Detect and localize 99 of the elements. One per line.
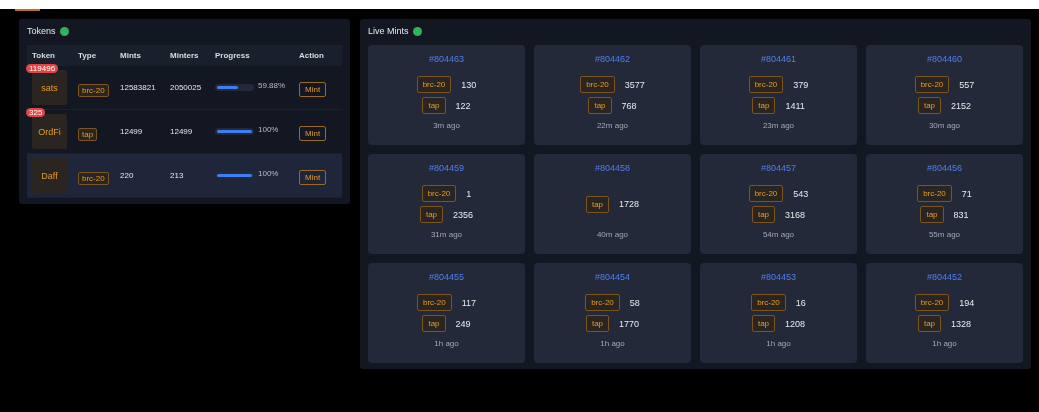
mint-count: 1728 <box>619 199 640 209</box>
table-cell-text: 12583821 <box>120 83 157 92</box>
inscription-link[interactable]: #804452 <box>926 272 962 287</box>
type-tag: tap <box>917 97 942 114</box>
column-header: Progress <box>215 51 251 60</box>
table-cell-text: 12499 <box>120 127 144 136</box>
count-badge: 119496 <box>26 64 59 73</box>
mint-count: 768 <box>621 100 637 111</box>
token-tile: OrdFi <box>32 114 67 149</box>
time-ago: 22m ago <box>596 121 629 130</box>
type-tag: tap <box>585 315 610 332</box>
inscription-link[interactable]: #804454 <box>594 272 630 287</box>
count-badge: 325 <box>26 108 46 117</box>
panel-title: Live Mints <box>368 26 409 36</box>
time-ago: 40m ago <box>596 230 629 239</box>
time-ago: 1h ago <box>932 339 957 348</box>
type-tag: tap <box>920 206 944 223</box>
type-tag: brc-20 <box>78 83 109 97</box>
mint-count: 58 <box>629 297 640 308</box>
inscription-link[interactable]: #804453 <box>760 272 796 287</box>
time-ago: 30m ago <box>928 121 961 130</box>
type-tag: brc-20 <box>585 294 620 311</box>
progress-text: 100% <box>258 169 279 178</box>
column-header: Mints <box>120 51 142 60</box>
type-tag: tap <box>752 97 776 114</box>
panel-title: Tokens <box>27 26 56 36</box>
table-cell-text: 213 <box>170 171 185 180</box>
progress-text: 59.88% <box>258 81 286 90</box>
time-ago: 3m ago <box>433 121 460 130</box>
column-header: Type <box>78 51 98 60</box>
time-ago: 55m ago <box>928 230 961 239</box>
type-tag: brc-20 <box>580 76 615 93</box>
mint-button[interactable]: Mint <box>299 126 327 141</box>
mint-button[interactable]: Mint <box>299 170 327 185</box>
type-tag: brc-20 <box>748 185 784 202</box>
mint-count: 1208 <box>785 318 806 329</box>
tab-indicator <box>15 9 40 11</box>
inscription-link[interactable]: #804457 <box>760 163 796 178</box>
mint-count: 249 <box>455 318 471 329</box>
inscription-link[interactable]: #804460 <box>926 54 962 69</box>
mint-count: 71 <box>961 188 972 199</box>
mint-count: 3577 <box>624 79 645 90</box>
type-tag: tap <box>751 315 776 332</box>
type-tag: tap <box>422 97 446 114</box>
mint-count: 117 <box>461 297 476 308</box>
mint-count: 831 <box>953 209 969 220</box>
inscription-link[interactable]: #804459 <box>428 163 464 178</box>
type-tag: tap <box>588 97 612 114</box>
table-cell-text: 12499 <box>170 127 194 136</box>
type-tag: brc-20 <box>751 294 786 311</box>
mint-count: 1411 <box>785 100 805 111</box>
inscription-link[interactable]: #804462 <box>594 54 630 69</box>
type-tag: tap <box>78 127 98 141</box>
time-ago: 1h ago <box>600 339 625 348</box>
token-tile: Daff <box>32 158 67 193</box>
inscription-link[interactable]: #804456 <box>926 163 962 178</box>
inscription-link[interactable]: #804458 <box>594 163 630 178</box>
mint-count: 1328 <box>951 318 972 329</box>
time-ago: 1h ago <box>766 339 791 348</box>
type-tag: tap <box>917 315 942 332</box>
mint-count: 1770 <box>619 318 640 329</box>
type-tag: brc-20 <box>421 185 457 202</box>
mint-count: 379 <box>793 79 809 90</box>
type-tag: tap <box>751 206 776 223</box>
time-ago: 23m ago <box>762 121 795 130</box>
type-tag: brc-20 <box>416 76 452 93</box>
mint-count: 130 <box>461 79 477 90</box>
mint-count: 194 <box>959 297 975 308</box>
progress-text: 100% <box>258 125 279 134</box>
time-ago: 1h ago <box>434 339 459 348</box>
mint-count: 3168 <box>785 209 806 220</box>
type-tag: brc-20 <box>917 185 952 202</box>
time-ago: 31m ago <box>430 230 463 239</box>
mint-button[interactable]: Mint <box>299 82 327 97</box>
column-header: Action <box>299 51 325 60</box>
mint-count: 2152 <box>951 100 972 111</box>
type-tag: brc-20 <box>914 76 950 93</box>
type-tag: tap <box>422 315 446 332</box>
time-ago: 54m ago <box>762 230 795 239</box>
inscription-link[interactable]: #804461 <box>760 54 796 69</box>
mint-count: 1 <box>466 188 472 199</box>
type-tag: brc-20 <box>78 171 109 185</box>
mint-count: 122 <box>455 100 471 111</box>
type-tag: tap <box>419 206 444 223</box>
mint-count: 16 <box>795 297 806 308</box>
inscription-link[interactable]: #804455 <box>428 272 464 287</box>
table-cell-text: 2050025 <box>170 83 203 92</box>
mint-count: 2356 <box>453 209 474 220</box>
inscription-link[interactable]: #804463 <box>428 54 464 69</box>
column-header: Token <box>32 51 56 60</box>
token-tile: sats <box>32 70 67 105</box>
type-tag: brc-20 <box>416 294 452 311</box>
type-tag: brc-20 <box>914 294 950 311</box>
mint-count: 543 <box>793 188 809 199</box>
table-cell-text: 220 <box>120 171 135 180</box>
type-tag: tap <box>585 195 610 213</box>
mint-count: 557 <box>959 79 975 90</box>
column-header: Minters <box>170 51 200 60</box>
type-tag: brc-20 <box>748 76 784 93</box>
